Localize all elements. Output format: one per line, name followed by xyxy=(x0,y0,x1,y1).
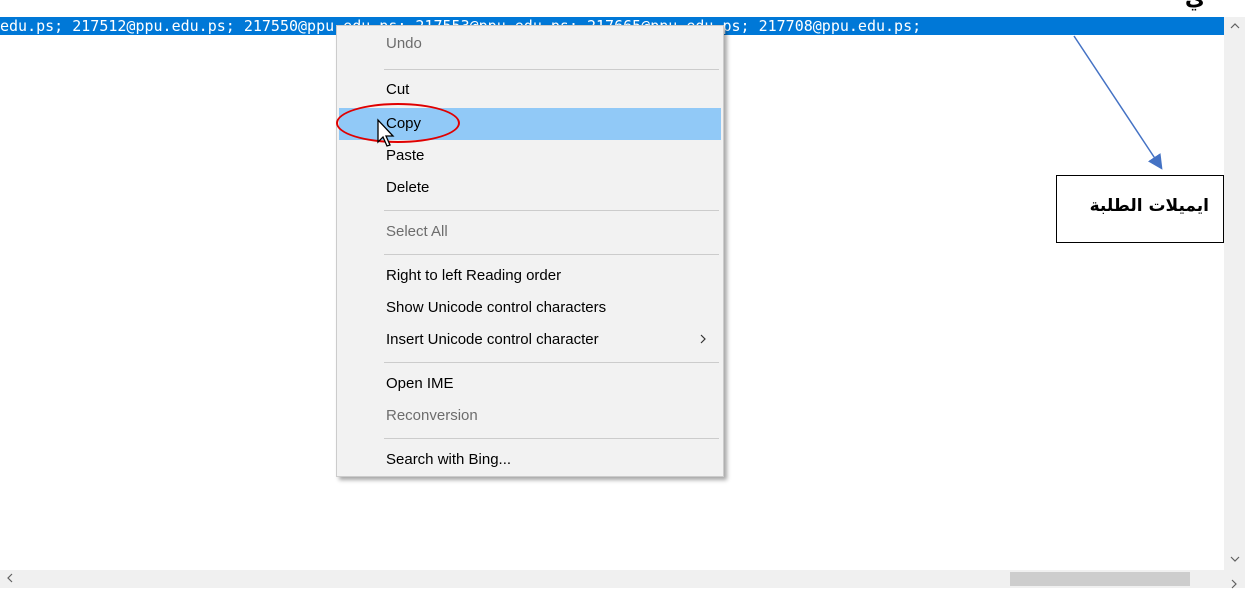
menu-item-label: Undo xyxy=(386,35,422,52)
menu-separator xyxy=(384,210,719,211)
menu-item-undo[interactable]: Undo xyxy=(339,28,721,60)
chevron-up-icon[interactable] xyxy=(1224,17,1245,37)
context-menu: Undo Cut Copy Paste Delete Select All Ri… xyxy=(336,25,724,477)
chevron-down-icon[interactable] xyxy=(1224,550,1245,570)
menu-item-reconversion[interactable]: Reconversion xyxy=(339,400,721,432)
chevron-left-icon[interactable] xyxy=(0,570,20,588)
menu-item-open-ime[interactable]: Open IME xyxy=(339,368,721,400)
menu-item-search-with-bing[interactable]: Search with Bing... xyxy=(339,444,721,476)
menu-item-label: Open IME xyxy=(386,375,454,392)
menu-item-label: Right to left Reading order xyxy=(386,267,562,284)
menu-item-label: Cut xyxy=(386,81,410,98)
menu-item-label: Search with Bing... xyxy=(386,451,512,468)
menu-item-cut[interactable]: Cut xyxy=(339,74,721,106)
mouse-pointer-icon xyxy=(376,118,398,148)
vertical-scrollbar[interactable] xyxy=(1224,17,1245,570)
chevron-right-icon[interactable] xyxy=(1230,574,1238,593)
copy-highlight-ellipse xyxy=(336,103,460,143)
menu-item-label: Reconversion xyxy=(386,407,478,424)
menu-item-select-all[interactable]: Select All xyxy=(339,216,721,248)
horizontal-scroll-thumb[interactable] xyxy=(1010,572,1190,586)
menu-item-rtl-reading-order[interactable]: Right to left Reading order xyxy=(339,260,721,292)
callout-label: ايميلات الطلبة xyxy=(1089,196,1209,216)
menu-item-label: Show Unicode control characters xyxy=(386,299,607,316)
document-heading: ي xyxy=(1185,0,1205,11)
menu-item-delete[interactable]: Delete xyxy=(339,172,721,204)
scroll-corner xyxy=(1224,570,1245,589)
menu-item-insert-unicode-control[interactable]: Insert Unicode control character xyxy=(339,324,721,356)
menu-separator xyxy=(384,254,719,255)
menu-item-label: Insert Unicode control character xyxy=(386,331,599,348)
callout-box: ايميلات الطلبة xyxy=(1056,175,1224,243)
menu-item-label: Delete xyxy=(386,179,430,196)
menu-item-show-unicode-control[interactable]: Show Unicode control characters xyxy=(339,292,721,324)
menu-separator xyxy=(384,438,719,439)
menu-separator xyxy=(384,362,719,363)
menu-item-label: Select All xyxy=(386,223,448,240)
horizontal-scrollbar[interactable] xyxy=(0,570,1224,588)
menu-separator xyxy=(384,69,719,70)
chevron-right-icon xyxy=(699,324,707,356)
